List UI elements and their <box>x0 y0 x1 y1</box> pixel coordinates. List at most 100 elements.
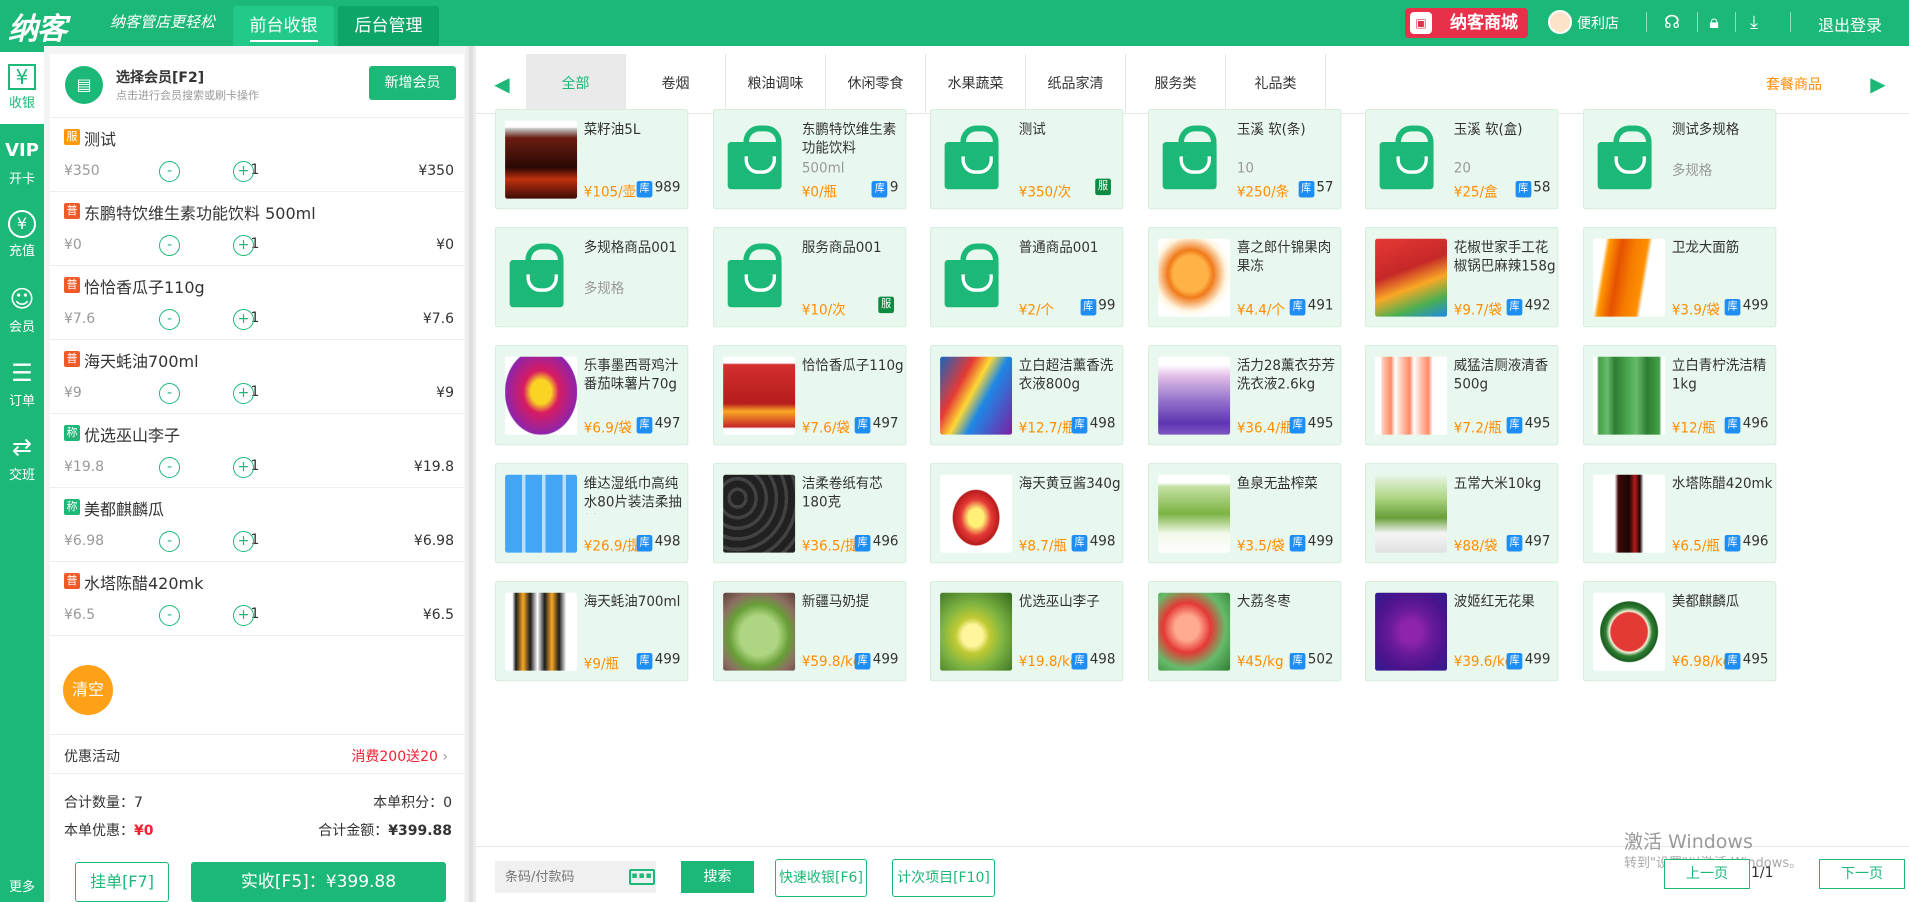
cart-item[interactable]: 普东鹏特饮维生素功能饮料 500ml ¥0-1 + ¥0 <box>50 192 464 266</box>
hold-order-button[interactable]: 挂单[F7] <box>75 862 169 902</box>
product-card[interactable]: 立白超洁薰香洗衣液800g ¥12.7/瓶库 498 <box>929 345 1124 446</box>
product-card[interactable]: 五常大米10kg ¥88/袋库 497 <box>1364 462 1559 564</box>
product-card[interactable]: 海天黄豆酱340g ¥8.7/瓶库 498 <box>929 462 1124 564</box>
category-tab[interactable]: 全部 <box>526 54 626 114</box>
promo-row[interactable]: 优惠活动 消费200送20 › <box>50 734 464 774</box>
category-tab[interactable]: 粮油调味 <box>726 54 826 114</box>
increase-qty-button[interactable]: + <box>233 161 254 182</box>
category-tab[interactable]: 礼品类 <box>1226 54 1326 114</box>
product-card[interactable]: 多规格商品001 多规格 <box>495 227 689 328</box>
cart-item[interactable]: 称美都麒麟瓜 ¥6.98-1 + ¥6.98 <box>50 488 464 562</box>
lock-icon[interactable]: 🔒︎ <box>1702 11 1726 35</box>
category-tab[interactable]: 卷烟 <box>626 54 726 114</box>
product-card[interactable]: 喜之郎什锦果肉果冻 ¥4.4/个库 491 <box>1148 227 1342 328</box>
avatar[interactable] <box>1548 10 1572 34</box>
decrease-qty-button[interactable]: - <box>159 531 180 552</box>
category-tab[interactable]: 纸品家清 <box>1026 54 1126 114</box>
product-card[interactable]: 新疆马奶提 ¥59.8/kg 库 499 <box>713 581 907 682</box>
product-card[interactable]: 海天蚝油700ml ¥9/瓶库 499 <box>495 581 689 682</box>
count-item-button[interactable]: 计次项目[F10] <box>892 859 995 897</box>
product-card[interactable]: 测试 ¥350/次 服 <box>929 109 1124 210</box>
increase-qty-button[interactable]: + <box>233 235 254 256</box>
package-products-link[interactable]: 套餐商品 <box>1766 74 1822 94</box>
decrease-qty-button[interactable]: - <box>159 605 180 626</box>
product-card[interactable]: 卫龙大面筋 ¥3.9/袋库 499 <box>1583 227 1777 328</box>
mall-button[interactable]: ▣ 纳客商城 <box>1405 8 1528 38</box>
clear-cart-button[interactable]: 清空 <box>63 665 113 715</box>
quick-pay-button[interactable]: 快速收银[F6] <box>775 859 867 897</box>
nav-item-order[interactable]: ☰ 订单 <box>0 348 44 420</box>
store-name[interactable]: 便利店 <box>1577 13 1619 33</box>
member-selector[interactable]: ▤ 选择会员[F2] 点击进行会员搜索或刷卡操作 新增会员 <box>50 54 464 118</box>
product-card[interactable]: 菜籽油5L ¥105/壶库 989 <box>495 109 689 210</box>
stock-value: 498 <box>654 532 681 550</box>
product-card[interactable]: 普通商品001 ¥2/个 库 99 <box>929 227 1124 328</box>
category-tab[interactable]: 休闲零食 <box>826 54 926 114</box>
product-card[interactable]: 活力28薰衣芬芳洗衣液2.6kg ¥36.4/瓶库 495 <box>1148 345 1342 446</box>
stock-value: 491 <box>1307 296 1334 314</box>
product-card[interactable]: 花椒世家手工花椒锅巴麻辣158g ¥9.7/袋库 492 <box>1364 227 1559 328</box>
increase-qty-button[interactable]: + <box>233 309 254 330</box>
decrease-qty-button[interactable]: - <box>159 235 180 256</box>
headset-icon[interactable]: ☊ <box>1660 11 1684 35</box>
product-name: 海天黄豆酱340g <box>1018 474 1121 492</box>
product-card[interactable]: 维达湿纸巾高纯水80片装洁柔抽纸8 ¥26.9/提库498 <box>495 462 689 564</box>
product-card[interactable]: 大荔冬枣 ¥45/kg 库 502 <box>1148 581 1342 682</box>
keyboard-icon[interactable]: ▪▪▪ <box>629 869 655 885</box>
download-icon[interactable]: ⤓ <box>1742 11 1766 35</box>
left-nav: ¥ 收银 VIP 开卡 ¥ 充值 ☺ 会员 ☰ 订单 ⇄ 交班 更多 <box>0 46 44 902</box>
increase-qty-button[interactable]: + <box>233 457 254 478</box>
stock-badge: 库 <box>1289 652 1306 670</box>
add-member-button[interactable]: 新增会员 <box>369 66 456 100</box>
nav-item-vip-card[interactable]: VIP 开卡 <box>0 126 44 198</box>
nav-item-shift[interactable]: ⇄ 交班 <box>0 422 44 494</box>
product-card[interactable]: 威猛洁厕液清香500g ¥7.2/瓶库 495 <box>1364 345 1559 446</box>
chevron-left-icon[interactable]: ◀ <box>492 72 512 96</box>
decrease-qty-button[interactable]: - <box>159 161 180 182</box>
tab-front-cashier[interactable]: 前台收银 <box>233 6 334 46</box>
decrease-qty-button[interactable]: - <box>159 457 180 478</box>
next-page-button[interactable]: 下一页 <box>1819 859 1905 889</box>
increase-qty-button[interactable]: + <box>233 383 254 404</box>
cart-item[interactable]: 普海天蚝油700ml ¥9-1 + ¥9 <box>50 340 464 414</box>
product-card[interactable]: 东鹏特饮维生素功能饮料 500ml ¥0/瓶 库 9 <box>713 109 907 210</box>
product-card[interactable]: 测试多规格 多规格 <box>1583 109 1777 210</box>
product-card[interactable]: 波姬红无花果 ¥39.6/kg 库 499 <box>1364 581 1559 682</box>
product-card[interactable]: 恰恰香瓜子110g ¥7.6/袋库 497 <box>713 345 907 446</box>
product-card[interactable]: 玉溪 软(盒) 20 ¥25/盒库 58 <box>1364 109 1559 210</box>
product-card[interactable]: 玉溪 软(条) 10 ¥250/条库 57 <box>1148 109 1342 210</box>
product-card[interactable]: 乐事墨西哥鸡汁番茄味薯片70g ¥6.9/袋库 497 <box>495 345 689 446</box>
product-card[interactable]: 立白青柠洗洁精1kg ¥12/瓶库 496 <box>1583 345 1777 446</box>
panel-splitter[interactable] <box>466 46 476 902</box>
pay-button[interactable]: 实收[F5]：¥399.88 <box>191 862 446 902</box>
chevron-right-icon[interactable]: ▶ <box>1868 72 1888 96</box>
search-button[interactable]: 搜索 <box>681 861 754 893</box>
logout-button[interactable]: 退出登录 <box>1818 12 1882 36</box>
product-card[interactable]: 优选巫山李子 ¥19.8/kg 库 498 <box>929 581 1124 682</box>
category-tab[interactable]: 水果蔬菜 <box>926 54 1026 114</box>
shopping-bag-icon <box>505 239 577 317</box>
nav-item-cashier[interactable]: ¥ 收银 <box>0 52 44 124</box>
product-card[interactable]: 服务商品001 ¥10/次 服 <box>713 227 907 328</box>
product-price: ¥6.98/kg <box>1671 652 1732 670</box>
product-card[interactable]: 水塔陈醋420mk ¥6.5/瓶库 496 <box>1583 462 1777 564</box>
increase-qty-button[interactable]: + <box>233 531 254 552</box>
product-spec: 10 <box>1236 159 1255 177</box>
cart-item[interactable]: 称优选巫山李子 ¥19.8-1 + ¥19.8 <box>50 414 464 488</box>
cart-item[interactable]: 普恰恰香瓜子110g ¥7.6-1 + ¥7.6 <box>50 266 464 340</box>
product-card[interactable]: 洁柔卷纸有芯180克 ¥36.5/提库 496 <box>713 462 907 564</box>
cart-item[interactable]: 普水塔陈醋420mk ¥6.5-1 + ¥6.5 <box>50 562 464 636</box>
product-card[interactable]: 美都麒麟瓜 ¥6.98/kg 库 495 <box>1583 581 1777 682</box>
cart-item[interactable]: 服测试 ¥350-1 + ¥350 <box>50 118 464 192</box>
prev-page-button[interactable]: 上一页 <box>1664 859 1750 889</box>
product-name: 大荔冬枣 <box>1236 592 1291 610</box>
product-card[interactable]: 鱼泉无盐榨菜 ¥3.5/袋库 499 <box>1148 462 1342 564</box>
nav-item-member[interactable]: ☺ 会员 <box>0 274 44 346</box>
nav-more[interactable]: 更多 <box>0 876 44 895</box>
tab-backend-admin[interactable]: 后台管理 <box>338 6 439 46</box>
decrease-qty-button[interactable]: - <box>159 383 180 404</box>
decrease-qty-button[interactable]: - <box>159 309 180 330</box>
category-tab[interactable]: 服务类 <box>1126 54 1226 114</box>
increase-qty-button[interactable]: + <box>233 605 254 626</box>
nav-item-recharge[interactable]: ¥ 充值 <box>0 200 44 272</box>
